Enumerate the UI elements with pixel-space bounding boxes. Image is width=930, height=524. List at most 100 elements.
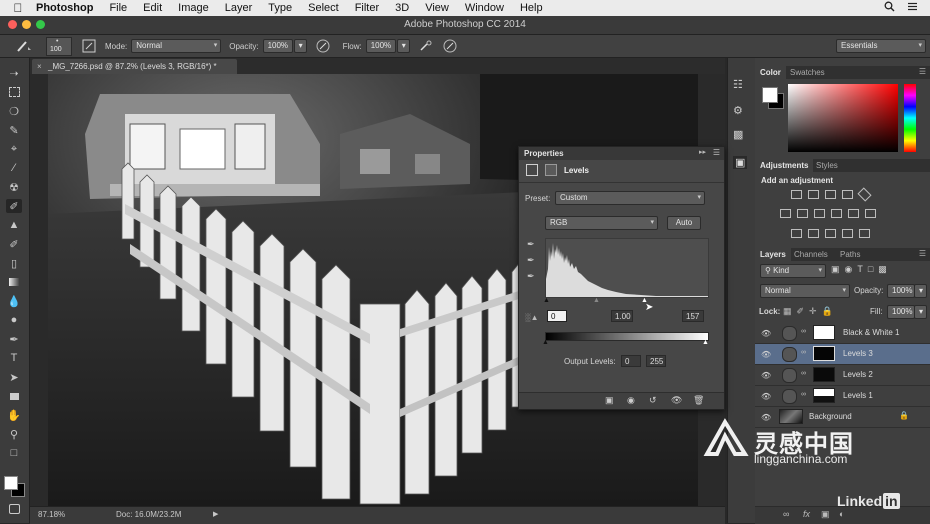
tab-layers[interactable]: Layers (755, 248, 791, 261)
foreground-color-swatch[interactable] (4, 476, 18, 490)
color-field[interactable] (788, 84, 898, 152)
properties-panel-icon[interactable]: ⚙ (733, 104, 743, 117)
layer-row[interactable]: 👁 ∞ Black & White 1 (755, 323, 930, 344)
color-lookup-icon[interactable] (865, 209, 876, 218)
lasso-tool-icon[interactable]: ❍ (6, 104, 22, 118)
menu-view[interactable]: View (425, 2, 449, 14)
layer-row[interactable]: 👁 ∞ Levels 2 (755, 365, 930, 386)
fill-arrow[interactable]: ▾ (914, 305, 927, 319)
input-white-field[interactable]: 157 (682, 310, 704, 322)
layer-row-selected[interactable]: 👁 ∞ Levels 3 (755, 344, 930, 365)
clip-to-layer-icon[interactable]: ▣ (605, 395, 614, 406)
output-white-field[interactable]: 255 (646, 355, 666, 367)
menu-help[interactable]: Help (520, 2, 543, 14)
notification-list-icon[interactable] (907, 1, 918, 12)
history-brush-tool-icon[interactable]: ✐ (6, 237, 22, 251)
panel-menu-icon[interactable]: ☰ (919, 67, 926, 76)
levels-adjustment-icon[interactable] (526, 164, 538, 176)
input-gamma-field[interactable]: 1.00 (611, 310, 633, 322)
channel-mixer-icon[interactable] (848, 209, 859, 218)
color-foreground-swatch[interactable] (762, 87, 778, 103)
eraser-tool-icon[interactable]: ▯ (6, 256, 22, 270)
history-panel-icon[interactable]: ☷ (733, 78, 743, 91)
input-black-slider[interactable]: ▲ (543, 297, 550, 304)
rectangle-tool-icon[interactable] (6, 389, 22, 403)
dodge-tool-icon[interactable]: ● (6, 313, 22, 327)
tab-swatches[interactable]: Swatches (785, 66, 830, 79)
output-white-slider[interactable]: ▲ (702, 339, 709, 346)
layer-mask-thumbnail[interactable] (813, 367, 835, 382)
visibility-eye-icon[interactable]: 👁 (761, 413, 771, 422)
exposure-icon[interactable] (842, 190, 853, 199)
quick-selection-tool-icon[interactable]: ✎ (6, 123, 22, 137)
tab-color[interactable]: Color (755, 66, 786, 79)
photo-filter-icon[interactable] (831, 209, 842, 218)
auto-button[interactable]: Auto (667, 216, 701, 230)
path-selection-tool-icon[interactable]: ➤ (6, 370, 22, 384)
move-tool-icon[interactable]: ➝ (6, 66, 22, 80)
flow-field[interactable]: 100% (365, 39, 396, 53)
histogram-panel-icon[interactable]: ▩ (733, 128, 743, 141)
airbrush-icon[interactable] (418, 38, 434, 54)
tab-adjustments[interactable]: Adjustments (755, 159, 814, 172)
layer-name[interactable]: Levels 1 (843, 391, 873, 400)
channel-dropdown[interactable]: RGB ▾ (545, 216, 658, 230)
adjustments-panel-icon[interactable]: ▣ (733, 156, 748, 169)
invert-icon[interactable] (791, 229, 802, 238)
new-adjustment-icon[interactable]: ◐ (839, 509, 844, 519)
flow-dropdown-arrow[interactable]: ▾ (396, 39, 410, 53)
gray-point-eyedropper-icon[interactable]: ✒ (527, 255, 535, 266)
layer-name[interactable]: Background (809, 412, 852, 421)
layer-row[interactable]: 👁 ∞ Levels 1 (755, 386, 930, 407)
spotlight-search-icon[interactable] (884, 1, 895, 12)
brush-panel-toggle-icon[interactable] (82, 39, 96, 53)
levels-icon[interactable] (808, 190, 819, 199)
tab-paths[interactable]: Paths (835, 248, 865, 261)
menu-window[interactable]: Window (465, 2, 504, 14)
collapse-panel-icon[interactable]: ▸▸ (699, 148, 706, 156)
layer-name[interactable]: Black & White 1 (843, 328, 899, 337)
layer-name[interactable]: Levels 2 (843, 370, 873, 379)
layer-name[interactable]: Levels 3 (843, 349, 873, 358)
white-point-eyedropper-icon[interactable]: ✒ (527, 271, 535, 282)
type-tool-icon[interactable]: T (6, 351, 22, 365)
black-white-icon[interactable] (814, 209, 825, 218)
layer-opacity-field[interactable]: 100% (887, 284, 915, 298)
tab-channels[interactable]: Channels (789, 248, 833, 261)
brush-size-picker[interactable]: • 100 (46, 36, 72, 56)
layer-mask-thumbnail[interactable] (813, 346, 835, 361)
layer-opacity-arrow[interactable]: ▾ (914, 284, 927, 298)
eyedropper-tool-icon[interactable]: ⁄ (6, 161, 22, 175)
view-previous-state-icon[interactable]: ◉ (627, 395, 635, 406)
visibility-eye-icon[interactable]: 👁 (761, 350, 771, 359)
mode-dropdown[interactable]: Normal ▾ (131, 39, 222, 53)
blur-tool-icon[interactable]: 💧 (6, 294, 22, 308)
brush-tool-preset-icon[interactable] (14, 38, 36, 54)
marquee-tool-icon[interactable] (6, 85, 22, 99)
hand-tool-icon[interactable]: ✋ (6, 408, 22, 422)
add-mask-icon[interactable]: ▣ (821, 509, 830, 520)
menu-filter[interactable]: Filter (355, 2, 379, 14)
link-layers-icon[interactable]: ∞ (783, 509, 789, 519)
apple-icon[interactable]:  (13, 1, 23, 15)
pressure-opacity-icon[interactable] (315, 38, 331, 54)
default-colors-icon[interactable]: □ (6, 446, 22, 460)
document-tab[interactable]: × _MG_7266.psd @ 87.2% (Levels 3, RGB/16… (32, 59, 237, 74)
input-gamma-slider[interactable]: ▲ (593, 297, 600, 304)
delete-adjustment-icon[interactable]: 🗑 (693, 395, 704, 406)
tab-styles[interactable]: Styles (811, 159, 843, 172)
color-balance-icon[interactable] (797, 209, 808, 218)
black-point-eyedropper-icon[interactable]: ✒ (527, 239, 535, 250)
healing-brush-tool-icon[interactable]: ☢ (6, 180, 22, 194)
brush-tool-icon[interactable]: ✐ (6, 199, 22, 213)
selective-color-icon[interactable] (842, 229, 853, 238)
quick-mask-icon[interactable] (6, 502, 22, 516)
visibility-eye-icon[interactable]: 👁 (761, 371, 771, 380)
vibrance-icon[interactable] (857, 187, 872, 202)
panel-menu-icon[interactable]: ☰ (919, 249, 926, 258)
output-black-field[interactable]: 0 (621, 355, 641, 367)
opacity-dropdown-arrow[interactable]: ▾ (293, 39, 307, 53)
layer-mask-thumbnail[interactable] (813, 325, 835, 340)
visibility-eye-icon[interactable]: 👁 (761, 329, 771, 338)
pressure-size-icon[interactable] (442, 38, 458, 54)
